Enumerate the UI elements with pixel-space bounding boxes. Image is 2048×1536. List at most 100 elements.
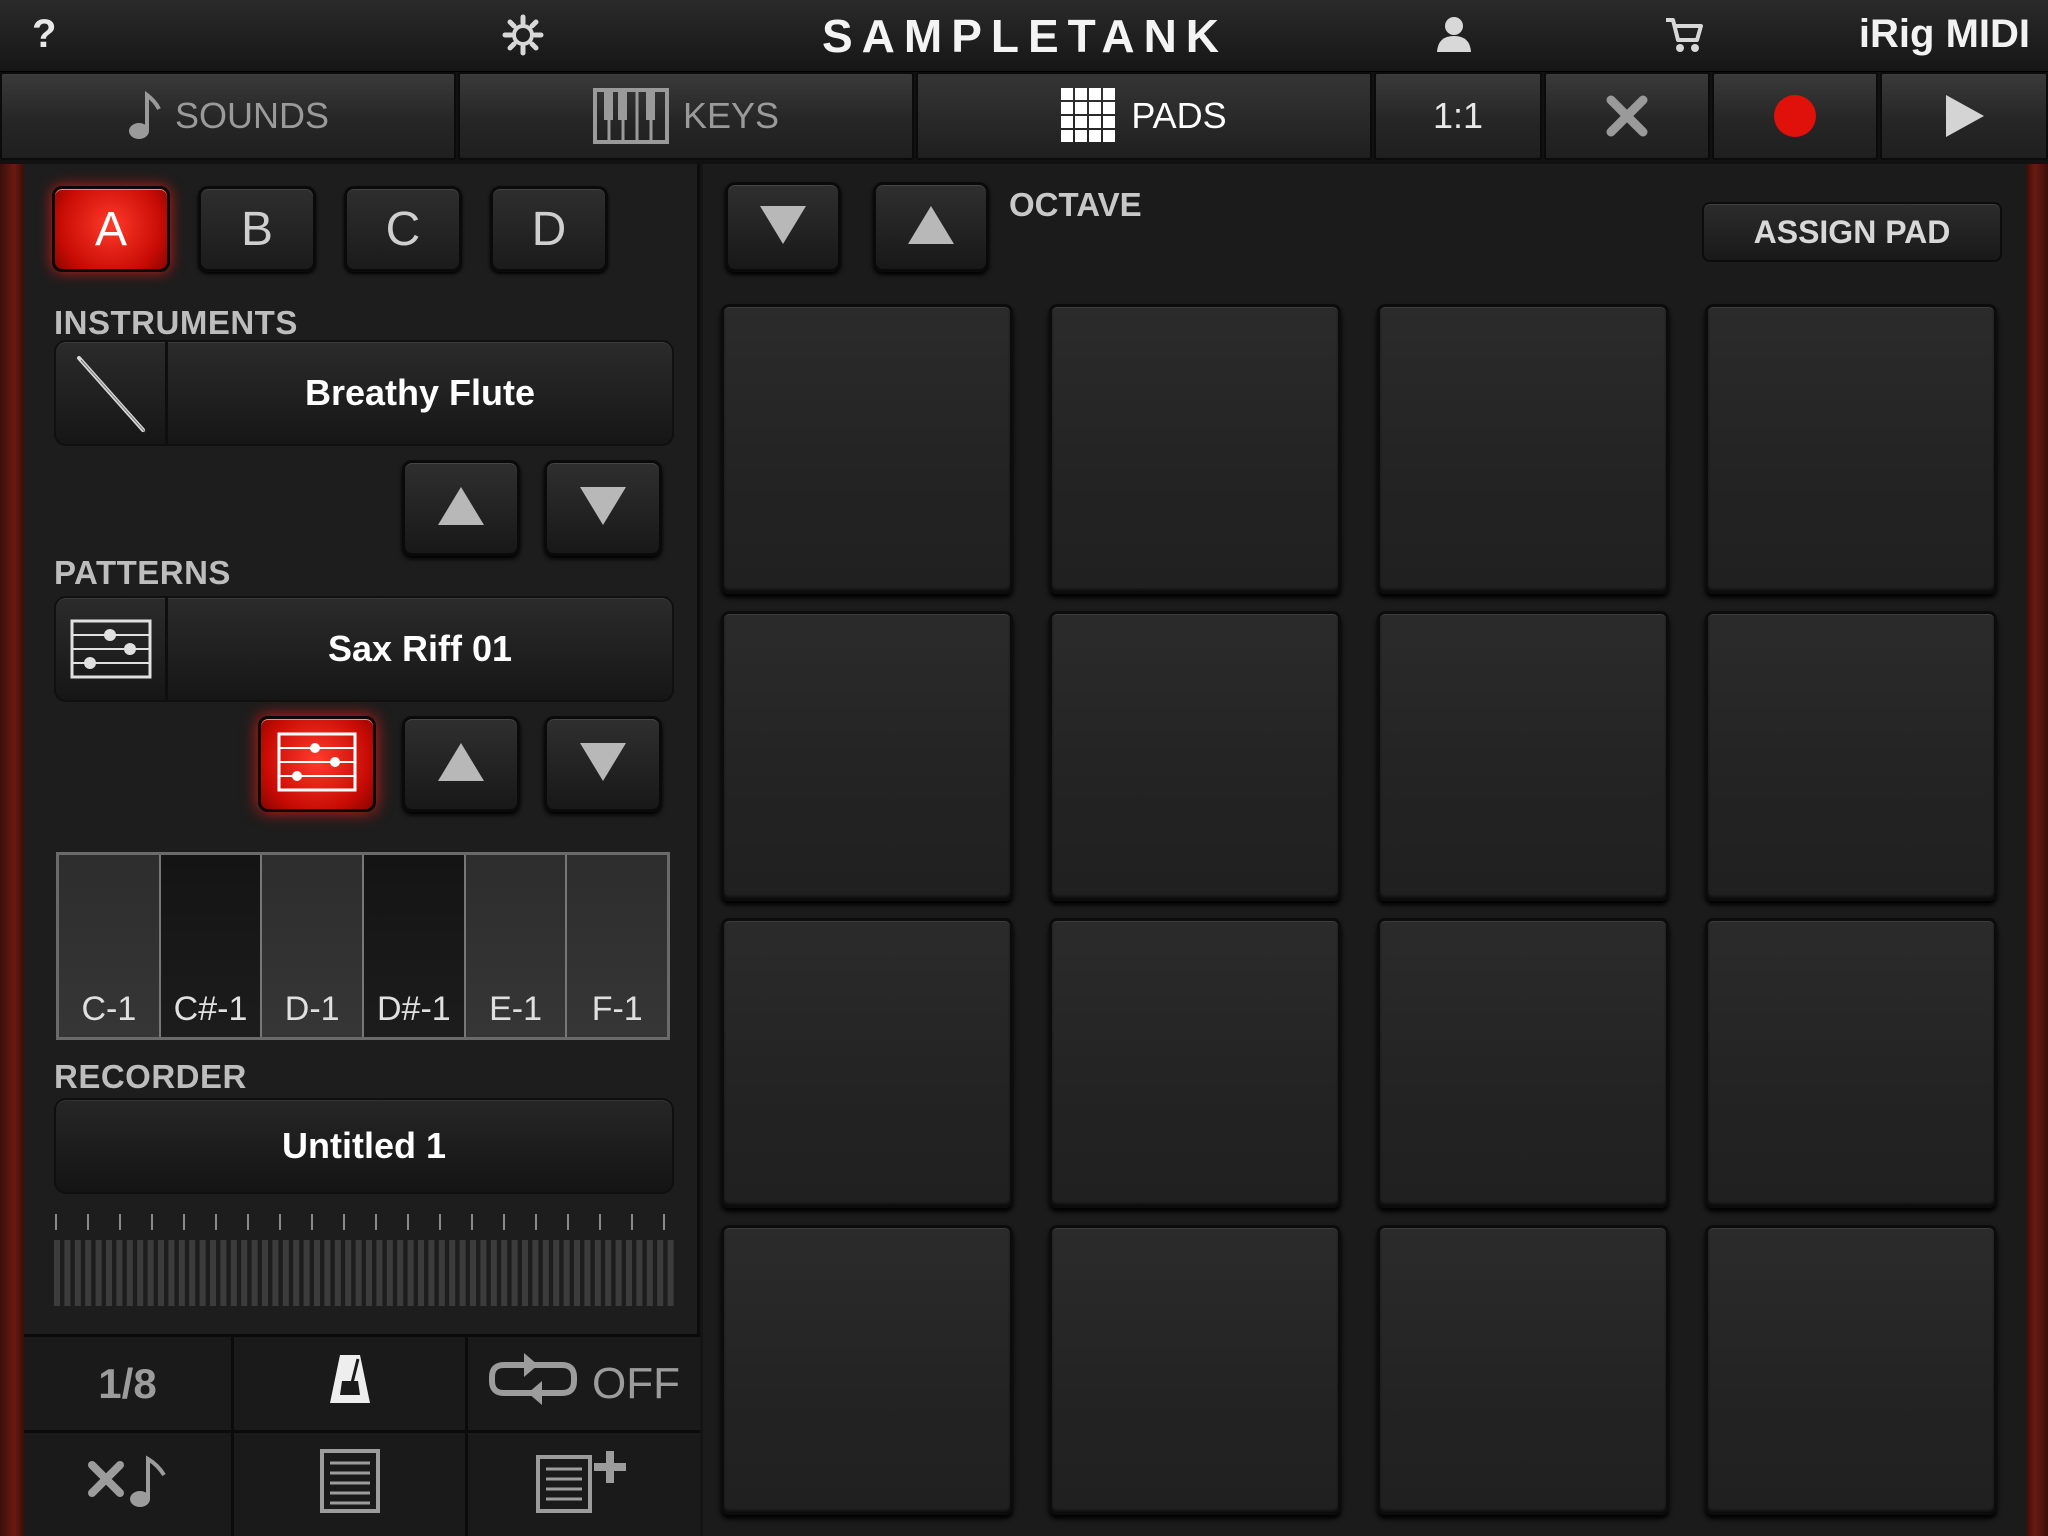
drum-pad[interactable] (1049, 304, 1341, 594)
pattern-selector[interactable]: Sax Riff 01 (54, 596, 674, 702)
pattern-next-button[interactable] (544, 716, 662, 812)
triangle-down-icon (578, 741, 628, 788)
note-key[interactable]: C-1 (59, 855, 161, 1037)
new-song-button[interactable] (468, 1433, 700, 1536)
pattern-prev-button[interactable] (402, 716, 520, 812)
timeline-bar (85, 1240, 92, 1306)
drum-pad[interactable] (1705, 611, 1997, 901)
midi-device-label[interactable]: iRig MIDI (1859, 12, 2030, 57)
note-key[interactable]: C#-1 (160, 855, 263, 1037)
timeline-bar (137, 1240, 144, 1306)
timeline-bar (501, 1240, 508, 1306)
drum-pad[interactable] (1705, 918, 1997, 1208)
drum-pad[interactable] (1377, 1225, 1669, 1515)
cart-icon[interactable] (1664, 16, 1704, 59)
bank-a-button[interactable]: A (52, 186, 170, 272)
recorder-song-field[interactable]: Untitled 1 (54, 1098, 674, 1194)
record-button[interactable] (1712, 72, 1878, 160)
timeline-bars[interactable] (54, 1240, 676, 1306)
bank-b-button[interactable]: B (198, 186, 316, 272)
timeline-bar (116, 1240, 123, 1306)
note-key[interactable]: D#-1 (364, 855, 466, 1037)
drum-pad[interactable] (1705, 304, 1997, 594)
timeline-bar (158, 1240, 164, 1306)
timeline-bar (511, 1240, 518, 1306)
drum-pad[interactable] (1049, 611, 1341, 901)
note-key[interactable]: E-1 (465, 855, 568, 1037)
instruments-label: INSTRUMENTS (54, 304, 298, 341)
drum-pad[interactable] (721, 1225, 1013, 1515)
patterns-label: PATTERNS (54, 554, 231, 591)
clear-button[interactable] (1544, 72, 1710, 160)
timeline-ticks (55, 1214, 665, 1230)
pad-grid-icon (1061, 88, 1117, 144)
drum-pad[interactable] (721, 611, 1013, 901)
left-wood-rail (0, 164, 24, 1536)
play-button[interactable] (1880, 72, 2048, 160)
gear-icon[interactable] (502, 14, 544, 61)
tab-sounds-label: SOUNDS (174, 95, 330, 136)
recorder-label: RECORDER (54, 1058, 247, 1095)
song-list-button[interactable] (234, 1433, 468, 1536)
top-bar: ? SAMPLETANK iRig MIDI (0, 0, 2048, 72)
timeline-bar (376, 1240, 383, 1306)
timeline-bar (428, 1240, 435, 1306)
pattern-icon (56, 598, 168, 700)
note-key[interactable]: D-1 (262, 855, 365, 1037)
tab-sounds[interactable]: SOUNDS (0, 72, 456, 160)
loop-toggle[interactable]: OFF (468, 1337, 700, 1433)
triangle-down-icon (758, 204, 808, 251)
instrument-prev-button[interactable] (402, 460, 520, 556)
drum-pad[interactable] (1705, 1225, 1997, 1515)
bank-c-button[interactable]: C (344, 186, 462, 272)
timeline-bar (667, 1240, 674, 1306)
drum-pad[interactable] (721, 918, 1013, 1208)
drum-pad[interactable] (1377, 918, 1669, 1208)
timeline-bar (251, 1240, 258, 1306)
drum-pad[interactable] (1049, 918, 1341, 1208)
pad-grid (721, 304, 2009, 1526)
timeline-bar (490, 1240, 497, 1306)
metronome-button[interactable] (234, 1337, 468, 1433)
ratio-button[interactable]: 1:1 (1374, 72, 1542, 160)
drum-pad[interactable] (1049, 1225, 1341, 1515)
timeline-bar (282, 1240, 289, 1306)
timeline-bar (314, 1240, 320, 1306)
assign-pad-button[interactable]: ASSIGN PAD (1702, 202, 2002, 262)
keyboard-icon (592, 88, 669, 144)
timeline-bar (262, 1240, 268, 1306)
right-wood-rail (2026, 164, 2048, 1536)
timeline-bar (553, 1240, 560, 1306)
octave-up-button[interactable] (873, 182, 989, 272)
drum-pad[interactable] (1377, 611, 1669, 901)
pattern-toggle-button[interactable] (258, 716, 376, 812)
quantize-button[interactable]: 1/8 (24, 1337, 234, 1433)
timeline-bar (470, 1240, 476, 1306)
tab-pads[interactable]: PADS (916, 72, 1372, 160)
note-key[interactable]: F-1 (567, 855, 668, 1037)
note-keyboard: C-1 C#-1 D-1 D#-1 E-1 F-1 (56, 852, 670, 1040)
delete-note-icon (86, 1451, 170, 1521)
clear-track-button[interactable] (24, 1433, 234, 1536)
timeline-bar (324, 1240, 331, 1306)
timeline-bar (386, 1240, 393, 1306)
octave-down-button[interactable] (725, 182, 841, 272)
timeline-bar (95, 1240, 102, 1306)
bank-d-button[interactable]: D (490, 186, 608, 272)
timeline-bar (563, 1240, 570, 1306)
timeline-bar (345, 1240, 352, 1306)
main-tabs: SOUNDS KEYS PADS 1:1 (0, 72, 2048, 164)
timeline-bar (480, 1240, 487, 1306)
instrument-next-button[interactable] (544, 460, 662, 556)
instrument-selector[interactable]: Breathy Flute (54, 340, 674, 446)
timeline-bar (272, 1240, 279, 1306)
tab-keys[interactable]: KEYS (458, 72, 914, 160)
drum-pad[interactable] (1377, 304, 1669, 594)
user-icon[interactable] (1434, 14, 1474, 59)
help-button[interactable]: ? (32, 12, 56, 57)
timeline-bar (438, 1240, 445, 1306)
timeline-bar (636, 1240, 643, 1306)
drum-pad[interactable] (721, 304, 1013, 594)
timeline-bar (615, 1240, 622, 1306)
timeline-bar (126, 1240, 133, 1306)
